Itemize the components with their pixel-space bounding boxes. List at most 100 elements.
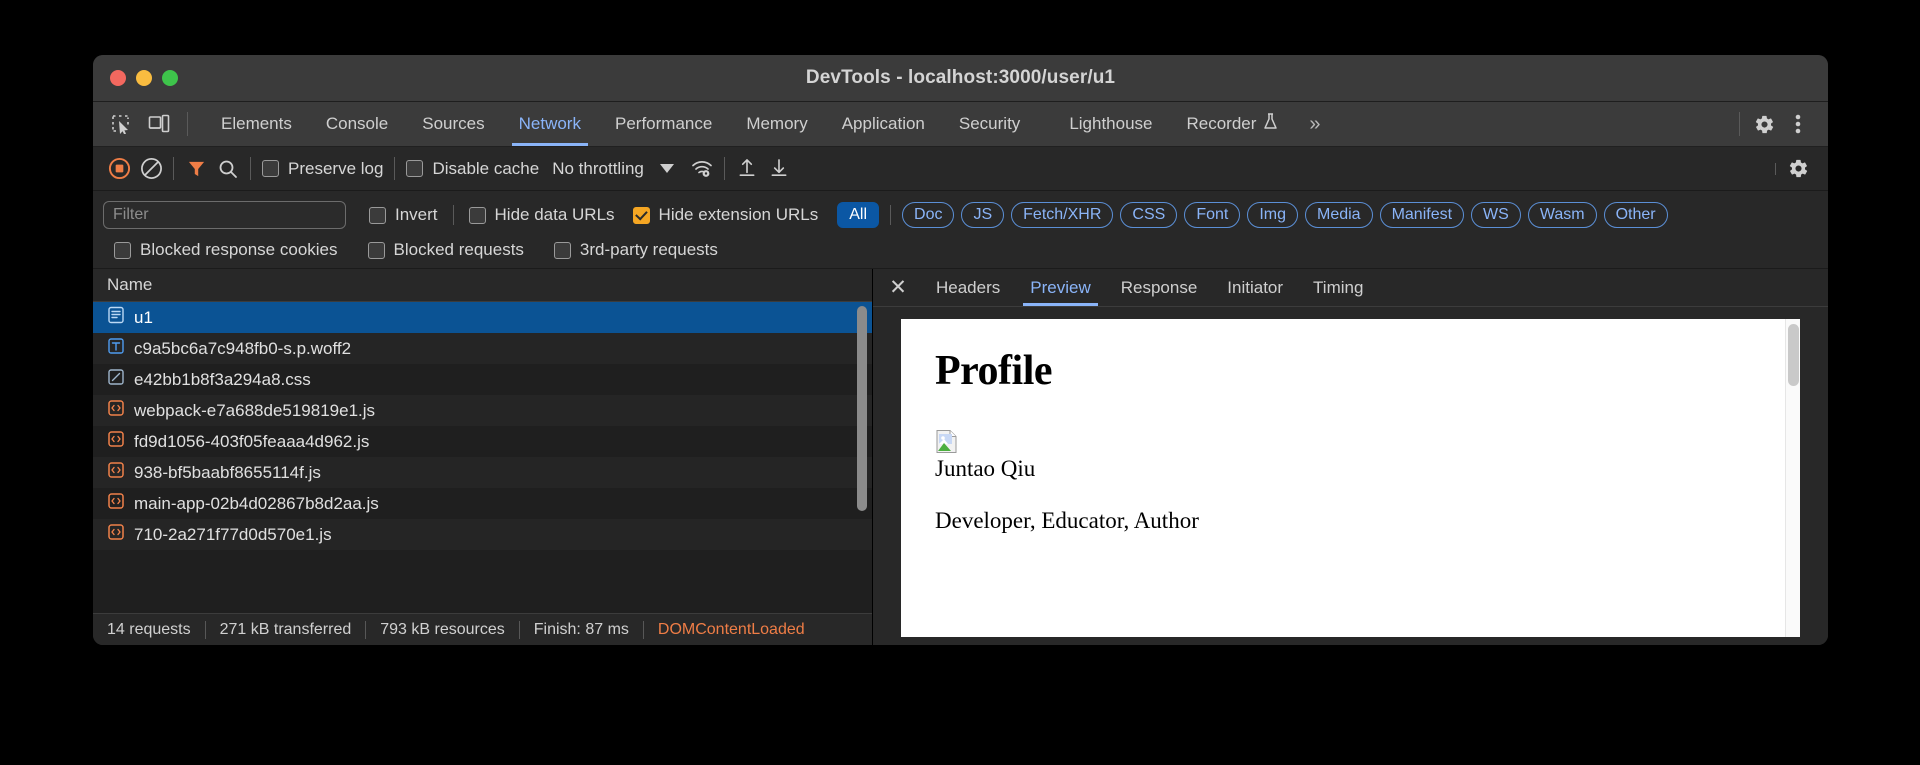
filter-chip-fetch-xhr[interactable]: Fetch/XHR <box>1011 202 1113 228</box>
tab-response[interactable]: Response <box>1106 269 1213 306</box>
stylesheet-icon <box>107 368 125 391</box>
request-list[interactable]: u1 c9a5bc6a7c948fb0-s.p.woff2 <box>93 302 872 613</box>
preview-document[interactable]: Profile Juntao Qiu Developer, Educator, … <box>901 319 1800 637</box>
third-party-requests-checkbox[interactable]: 3rd-party requests <box>549 240 723 260</box>
blocked-response-cookies-label: Blocked response cookies <box>140 240 338 260</box>
tab-preview[interactable]: Preview <box>1015 269 1105 306</box>
hide-data-urls-checkbox[interactable]: Hide data URLs <box>464 205 620 225</box>
tab-memory[interactable]: Memory <box>729 102 824 146</box>
record-button[interactable] <box>103 153 135 185</box>
scrollbar-thumb[interactable] <box>857 306 867 511</box>
request-name: u1 <box>134 308 153 328</box>
filter-input[interactable] <box>103 201 346 229</box>
filter-chip-wasm[interactable]: Wasm <box>1528 202 1597 228</box>
tab-security[interactable]: Security <box>942 102 1037 146</box>
tab-label: Response <box>1121 278 1198 298</box>
filter-chip-img[interactable]: Img <box>1247 202 1298 228</box>
domcontentloaded-time: DOMContentLoaded <box>658 621 805 639</box>
tab-console[interactable]: Console <box>309 102 405 146</box>
filter-chip-doc[interactable]: Doc <box>902 202 954 228</box>
tab-label: Recorder <box>1187 114 1257 134</box>
table-row[interactable]: c9a5bc6a7c948fb0-s.p.woff2 <box>93 333 872 364</box>
blocked-requests-checkbox[interactable]: Blocked requests <box>363 240 529 260</box>
filter-chip-font[interactable]: Font <box>1184 202 1240 228</box>
invert-checkbox[interactable]: Invert <box>364 205 443 225</box>
filter-row-secondary: Blocked response cookies Blocked request… <box>103 234 1818 268</box>
tab-network[interactable]: Network <box>502 102 598 146</box>
tab-headers[interactable]: Headers <box>921 269 1015 306</box>
table-row[interactable]: 710-2a271f77d0d570e1.js <box>93 519 872 550</box>
details-tab-bar: ✕ Headers Preview Response Initiator Tim… <box>873 269 1828 307</box>
table-row[interactable]: e42bb1b8f3a294a8.css <box>93 364 872 395</box>
tab-label: Memory <box>746 114 807 134</box>
table-row[interactable]: 938-bf5baabf8655114f.js <box>93 457 872 488</box>
download-icon[interactable] <box>763 153 795 185</box>
filter-chip-manifest[interactable]: Manifest <box>1380 202 1464 228</box>
tab-elements[interactable]: Elements <box>204 102 309 146</box>
maximize-window-button[interactable] <box>162 70 178 86</box>
script-icon <box>107 523 125 546</box>
filter-chip-all[interactable]: All <box>837 202 879 228</box>
more-options-icon[interactable] <box>1782 108 1814 140</box>
tab-overflow-button[interactable]: » <box>1295 102 1334 146</box>
tab-initiator[interactable]: Initiator <box>1212 269 1298 306</box>
third-party-requests-label: 3rd-party requests <box>580 240 718 260</box>
close-window-button[interactable] <box>110 70 126 86</box>
checkbox-box <box>368 242 385 259</box>
tab-sources[interactable]: Sources <box>405 102 501 146</box>
preview-scrollbar[interactable] <box>1785 319 1800 637</box>
table-row[interactable]: main-app-02b4d02867b8d2aa.js <box>93 488 872 519</box>
transferred-size: 271 kB transferred <box>220 621 352 639</box>
hide-extension-urls-checkbox[interactable]: Hide extension URLs <box>628 205 824 225</box>
search-icon[interactable] <box>212 153 244 185</box>
filter-funnel-icon[interactable] <box>180 153 212 185</box>
tab-lighthouse[interactable]: Lighthouse <box>1037 102 1169 146</box>
filter-chip-media[interactable]: Media <box>1305 202 1373 228</box>
preview-user-name: Juntao Qiu <box>935 456 1766 482</box>
table-row[interactable]: webpack-e7a688de519819e1.js <box>93 395 872 426</box>
request-details-pane: ✕ Headers Preview Response Initiator Tim… <box>873 269 1828 645</box>
table-row[interactable]: fd9d1056-403f05feaaa4d962.js <box>93 426 872 457</box>
inspect-element-icon[interactable] <box>105 108 137 140</box>
tab-label: Timing <box>1313 278 1363 298</box>
filter-chip-js[interactable]: JS <box>961 202 1004 228</box>
panel-tabs: Elements Console Sources Network Perform… <box>204 102 1335 146</box>
tab-label: Lighthouse <box>1069 114 1152 134</box>
settings-gear-icon[interactable] <box>1748 108 1780 140</box>
blocked-requests-label: Blocked requests <box>394 240 524 260</box>
filter-chip-other[interactable]: Other <box>1604 202 1668 228</box>
chip-label: Other <box>1616 206 1656 224</box>
checkbox-box <box>369 207 386 224</box>
checkbox-box <box>114 242 131 259</box>
throttling-select[interactable]: No throttling <box>552 159 644 179</box>
filter-chip-css[interactable]: CSS <box>1120 202 1177 228</box>
device-toolbar-icon[interactable] <box>143 108 175 140</box>
tab-recorder[interactable]: Recorder <box>1170 102 1296 146</box>
chip-label: Font <box>1196 206 1228 224</box>
tab-timing[interactable]: Timing <box>1298 269 1378 306</box>
tab-label: Sources <box>422 114 484 134</box>
filter-row-primary: Invert Hide data URLs Hide extension URL… <box>103 198 1818 232</box>
request-list-header[interactable]: Name <box>93 269 872 302</box>
settings-gear-icon[interactable] <box>1782 153 1814 185</box>
close-icon[interactable]: ✕ <box>881 269 915 306</box>
disable-cache-checkbox[interactable]: Disable cache <box>401 159 544 179</box>
scrollbar-thumb[interactable] <box>1788 324 1799 386</box>
chip-label: All <box>849 206 867 224</box>
tab-performance[interactable]: Performance <box>598 102 729 146</box>
status-divider <box>205 621 206 639</box>
minimize-window-button[interactable] <box>136 70 152 86</box>
wifi-settings-icon[interactable] <box>686 153 718 185</box>
clear-button[interactable] <box>135 153 167 185</box>
toolbar-divider <box>724 157 725 180</box>
tab-application[interactable]: Application <box>825 102 942 146</box>
overflow-label: » <box>1309 113 1320 136</box>
resources-size: 793 kB resources <box>380 621 505 639</box>
filter-chip-ws[interactable]: WS <box>1471 202 1521 228</box>
chevron-down-icon[interactable] <box>660 164 674 173</box>
upload-icon[interactable] <box>731 153 763 185</box>
request-list-scrollbar[interactable] <box>856 302 868 613</box>
preserve-log-checkbox[interactable]: Preserve log <box>257 159 388 179</box>
table-row[interactable]: u1 <box>93 302 872 333</box>
blocked-response-cookies-checkbox[interactable]: Blocked response cookies <box>109 240 343 260</box>
